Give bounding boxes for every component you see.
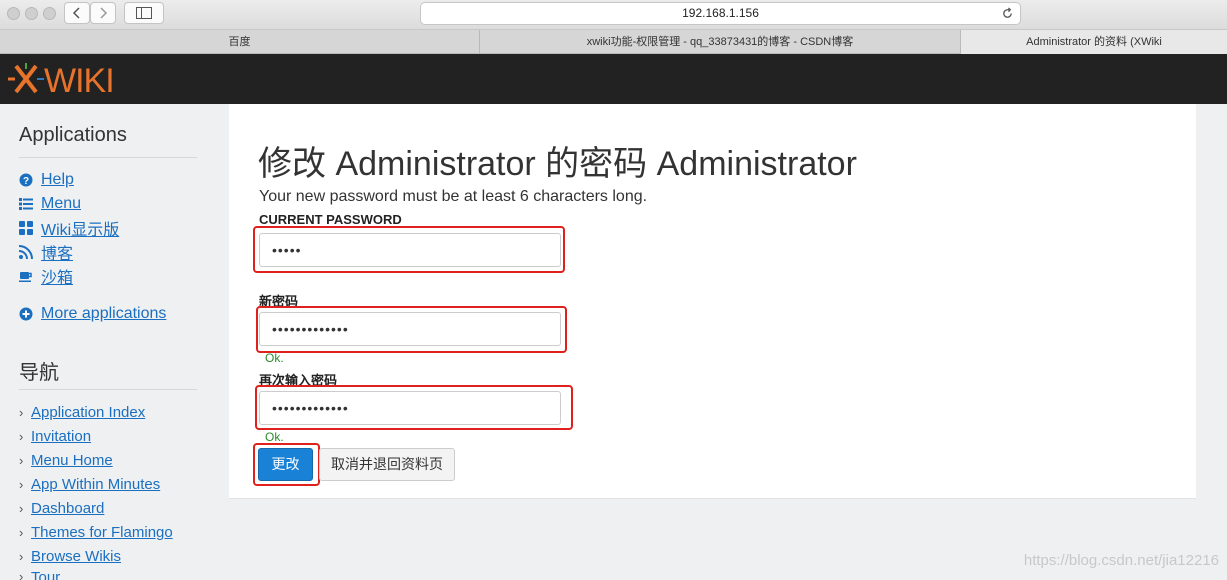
nav-item-label[interactable]: App Within Minutes bbox=[31, 476, 160, 493]
nav-item[interactable]: › Menu Home bbox=[19, 450, 113, 470]
chevron-right-icon: › bbox=[19, 404, 24, 420]
rss-icon bbox=[19, 245, 33, 259]
sidebar-app-label[interactable]: 博客 bbox=[41, 240, 73, 264]
confirm-password-field[interactable]: ••••••••••••• bbox=[259, 391, 561, 425]
current-password-label: CURRENT PASSWORD bbox=[259, 212, 402, 227]
sidebar-app-label[interactable]: Menu bbox=[41, 195, 81, 213]
nav-item[interactable]: › Browse Wikis bbox=[19, 546, 121, 566]
xwiki-logo-icon bbox=[8, 63, 44, 94]
browser-tab[interactable]: 百度 bbox=[0, 30, 480, 54]
close-window-button[interactable] bbox=[7, 7, 20, 20]
sidebar-app-label[interactable]: Wiki显示版 bbox=[41, 216, 119, 240]
chevron-right-icon: › bbox=[19, 452, 24, 468]
xwiki-logo[interactable]: WIKI bbox=[8, 60, 128, 100]
browser-tab-active[interactable]: Administrator 的资料 (XWiki bbox=[961, 30, 1227, 54]
chevron-right-icon: › bbox=[19, 548, 24, 564]
cancel-button[interactable]: 取消并退回资料页 bbox=[319, 448, 455, 481]
nav-item-label[interactable]: Tour bbox=[31, 569, 60, 580]
sidebar-app-label[interactable]: Help bbox=[41, 171, 74, 189]
reload-icon[interactable] bbox=[1001, 7, 1014, 20]
navigation-heading: 导航 bbox=[19, 362, 59, 384]
browser-toolbar: 192.168.1.156 bbox=[0, 0, 1227, 30]
grid-icon bbox=[19, 221, 33, 235]
sidebar-app-wiki[interactable]: Wiki显示版 bbox=[19, 216, 119, 240]
password-hint: Your new password must be at least 6 cha… bbox=[259, 188, 648, 205]
chevron-right-icon: › bbox=[19, 524, 24, 540]
address-bar[interactable]: 192.168.1.156 bbox=[420, 2, 1021, 25]
chevron-right-icon: › bbox=[19, 500, 24, 516]
sidebar-app-help[interactable]: ? Help bbox=[19, 170, 74, 190]
tab-bar: 百度 xwiki功能-权限管理 - qq_33873431的博客 - CSDN博… bbox=[0, 30, 1227, 54]
sidebar-icon bbox=[136, 7, 152, 19]
browser-tab[interactable]: xwiki功能-权限管理 - qq_33873431的博客 - CSDN博客 bbox=[480, 30, 961, 54]
url-text: 192.168.1.156 bbox=[682, 6, 759, 20]
chevron-left-icon bbox=[72, 7, 80, 19]
sidebar-app-blog[interactable]: 博客 bbox=[19, 240, 73, 264]
nav-item-label[interactable]: Invitation bbox=[31, 428, 91, 445]
logo-text: WIKI bbox=[44, 62, 115, 100]
nav-item[interactable]: › App Within Minutes bbox=[19, 474, 160, 494]
chevron-right-icon: › bbox=[19, 476, 24, 492]
coffee-icon bbox=[19, 269, 33, 283]
nav-item[interactable]: › Invitation bbox=[19, 426, 91, 446]
new-password-field[interactable]: ••••••••••••• bbox=[259, 312, 561, 346]
toggle-sidebar-button[interactable] bbox=[124, 2, 164, 24]
sidebar-app-menu[interactable]: Menu bbox=[19, 194, 81, 214]
minimize-window-button[interactable] bbox=[25, 7, 38, 20]
nav-item[interactable]: › Tour bbox=[19, 569, 60, 580]
nav-item-label[interactable]: Menu Home bbox=[31, 452, 113, 469]
sidebar-app-sandbox[interactable]: 沙箱 bbox=[19, 264, 73, 288]
nav-item-label[interactable]: Dashboard bbox=[31, 500, 104, 517]
sidebar-more-applications[interactable]: More applications bbox=[19, 304, 166, 324]
nav-item[interactable]: › Themes for Flamingo bbox=[19, 522, 173, 542]
chevron-right-icon: › bbox=[19, 569, 24, 580]
svg-text:?: ? bbox=[23, 176, 29, 187]
list-icon bbox=[19, 197, 33, 211]
nav-item[interactable]: › Dashboard bbox=[19, 498, 104, 518]
current-password-field[interactable]: ••••• bbox=[259, 233, 561, 267]
sidebar-app-label[interactable]: 沙箱 bbox=[41, 264, 73, 288]
nav-item-label[interactable]: Themes for Flamingo bbox=[31, 524, 173, 541]
back-button[interactable] bbox=[64, 2, 90, 24]
xwiki-header bbox=[0, 54, 1227, 104]
chevron-right-icon bbox=[100, 7, 108, 19]
nav-item-label[interactable]: Browse Wikis bbox=[31, 548, 121, 565]
divider bbox=[19, 157, 197, 158]
nav-item[interactable]: › Application Index bbox=[19, 402, 145, 422]
nav-item-label[interactable]: Application Index bbox=[31, 404, 145, 421]
forward-button[interactable] bbox=[90, 2, 116, 24]
sidebar-app-label[interactable]: More applications bbox=[41, 305, 166, 323]
zoom-window-button[interactable] bbox=[43, 7, 56, 20]
watermark: https://blog.csdn.net/jia12216 bbox=[1023, 552, 1219, 569]
plus-circle-icon bbox=[19, 307, 33, 321]
page-title: 修改 Administrator 的密码 Administrator bbox=[258, 145, 857, 183]
confirm-password-status: Ok. bbox=[265, 430, 284, 444]
applications-heading: Applications bbox=[19, 124, 127, 146]
submit-button[interactable]: 更改 bbox=[258, 448, 313, 481]
divider bbox=[19, 389, 197, 390]
chevron-right-icon: › bbox=[19, 428, 24, 444]
question-circle-icon: ? bbox=[19, 173, 33, 187]
new-password-status: Ok. bbox=[265, 351, 284, 365]
